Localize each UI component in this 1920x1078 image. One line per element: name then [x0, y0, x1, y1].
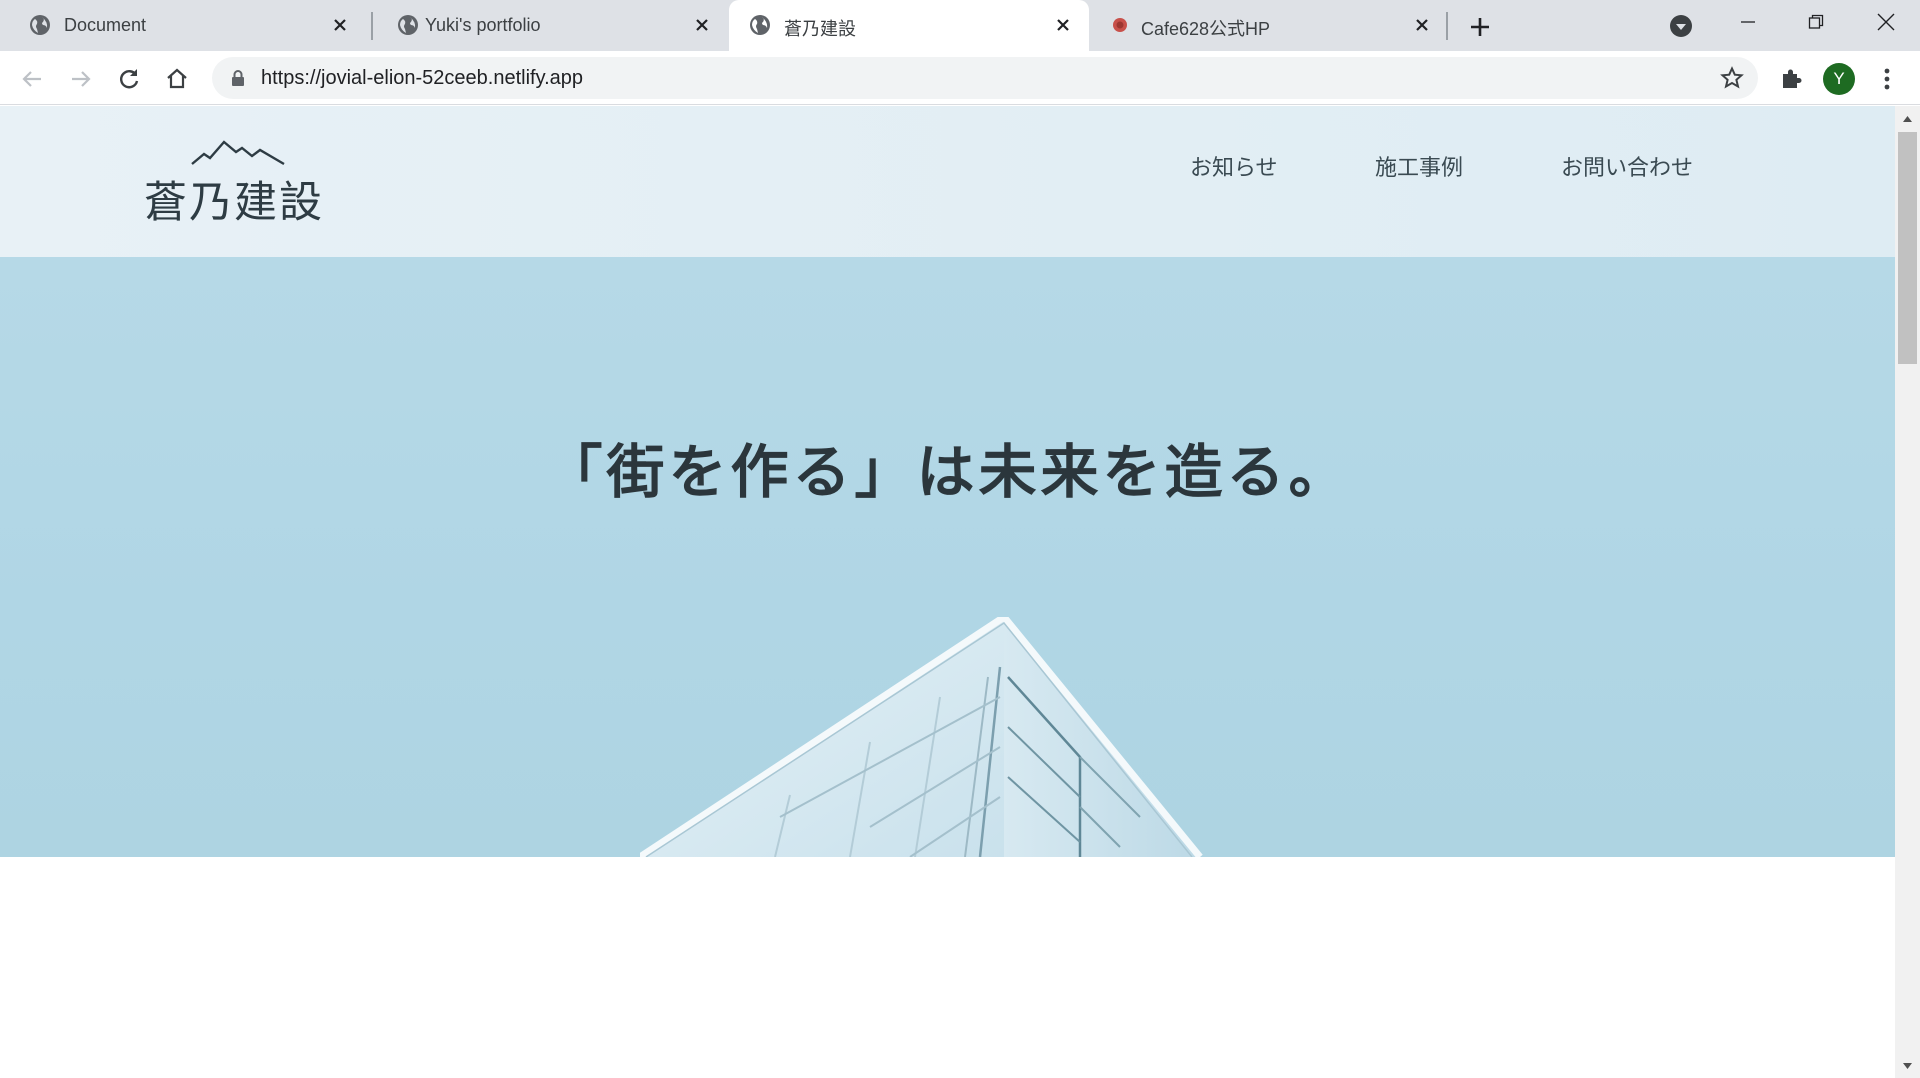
globe-icon	[30, 15, 50, 35]
address-bar[interactable]: https://jovial-elion-52ceeb.netlify.app	[212, 57, 1758, 99]
close-icon[interactable]	[1051, 13, 1075, 37]
new-tab-button[interactable]	[1465, 12, 1495, 42]
reload-button[interactable]	[114, 64, 144, 94]
tab-title: Yuki's portfolio	[425, 15, 541, 35]
home-icon	[167, 68, 187, 89]
tab-title: 蒼乃建設	[784, 19, 856, 39]
restore-icon	[1808, 14, 1824, 29]
minimize-icon	[1741, 21, 1755, 23]
close-window-button[interactable]	[1858, 0, 1914, 44]
home-button[interactable]	[162, 64, 192, 94]
tab-strip: Document Yuki's portfolio 蒼乃建設 Cafe628公式	[0, 0, 1920, 51]
profile-avatar[interactable]: Y	[1823, 63, 1855, 95]
tab-document[interactable]: Document	[8, 0, 366, 51]
close-icon[interactable]	[1410, 13, 1434, 37]
tab-separator	[371, 12, 373, 40]
plus-icon	[1471, 18, 1489, 36]
avatar-initial: Y	[1833, 69, 1845, 88]
tab-yukis-portfolio[interactable]: Yuki's portfolio	[376, 0, 728, 51]
tab-search-button[interactable]	[1668, 13, 1694, 39]
extensions-button[interactable]	[1776, 64, 1806, 94]
chevron-down-icon	[1670, 15, 1692, 37]
close-icon[interactable]	[328, 13, 352, 37]
close-icon	[1877, 13, 1895, 31]
hero-tagline: 「街を作る」は未来を造る。	[544, 438, 1351, 506]
lock-icon[interactable]	[228, 68, 248, 88]
scroll-down-arrow[interactable]	[1901, 1059, 1914, 1072]
page-scrollbar[interactable]	[1895, 106, 1920, 1078]
building-image	[640, 617, 1203, 857]
tab-aono-kensetsu[interactable]: 蒼乃建設	[729, 0, 1089, 51]
tab-title: Document	[64, 15, 147, 35]
hero-section: 「街を作る」は未来を造る。	[0, 257, 1895, 857]
page-viewport: 蒼乃建設 お知らせ 施工事例 お問い合わせ 「街を作る」は未来を造る。	[0, 106, 1895, 1078]
globe-icon	[398, 15, 418, 35]
nav-news[interactable]: お知らせ	[1190, 150, 1278, 182]
cafe-favicon-icon	[1113, 18, 1127, 32]
reload-icon	[120, 69, 139, 89]
nav-contact[interactable]: お問い合わせ	[1561, 150, 1693, 182]
more-vert-icon	[1884, 68, 1890, 90]
tab-cafe628[interactable]: Cafe628公式HP	[1090, 0, 1448, 51]
star-icon[interactable]	[1720, 66, 1744, 90]
close-icon[interactable]	[690, 13, 714, 37]
scroll-up-arrow[interactable]	[1901, 112, 1914, 125]
nav-works[interactable]: 施工事例	[1375, 150, 1463, 182]
browser-toolbar: https://jovial-elion-52ceeb.netlify.app …	[0, 51, 1920, 105]
puzzle-icon	[1783, 69, 1802, 88]
triangle-up-icon	[1903, 115, 1912, 122]
tab-title: Cafe628公式HP	[1141, 19, 1271, 39]
site-header: 蒼乃建設 お知らせ 施工事例 お問い合わせ	[0, 106, 1895, 257]
mountain-logo-icon	[191, 140, 285, 166]
scroll-thumb[interactable]	[1898, 132, 1917, 364]
site-logo[interactable]: 蒼乃建設	[144, 136, 334, 228]
triangle-down-icon	[1903, 1062, 1912, 1069]
restore-button[interactable]	[1788, 0, 1844, 44]
globe-icon	[750, 15, 770, 35]
forward-button[interactable]	[66, 64, 96, 94]
arrow-right-icon	[72, 71, 91, 87]
minimize-button[interactable]	[1720, 0, 1776, 44]
url-text[interactable]: https://jovial-elion-52ceeb.netlify.app	[261, 67, 583, 90]
back-button[interactable]	[17, 64, 47, 94]
menu-button[interactable]	[1872, 64, 1902, 94]
logo-text: 蒼乃建設	[144, 178, 324, 228]
tab-separator	[1446, 12, 1448, 40]
arrow-left-icon	[22, 71, 41, 87]
